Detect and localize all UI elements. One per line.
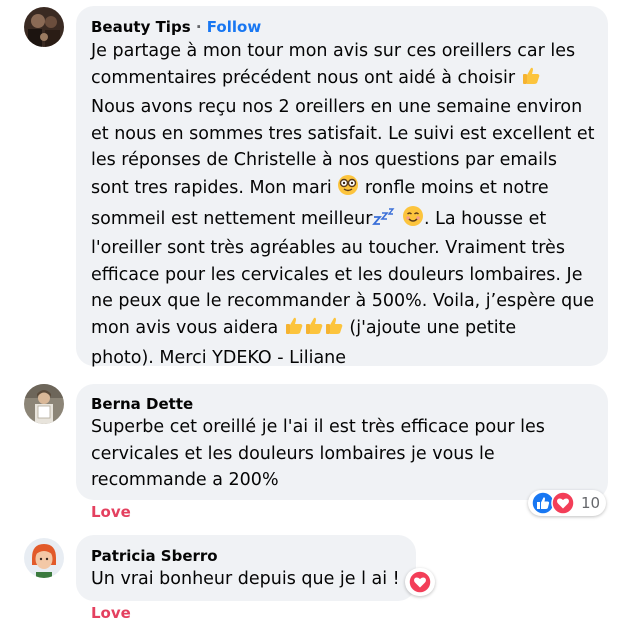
thumbs-up-icon xyxy=(304,316,324,345)
comment-author-name[interactable]: Beauty Tips xyxy=(91,18,191,36)
comment-text: Un vrai bonheur depuis que je l ai ! xyxy=(91,566,400,593)
comment-author-header: Beauty Tips · Follow xyxy=(91,17,261,37)
thumbs-up-icon xyxy=(284,316,304,345)
avatar-berna-dette[interactable] xyxy=(24,384,64,424)
comment-line: Superbe cet oreillé je l'ai il est très … xyxy=(91,417,545,437)
comment-line: Je partage à mon tour mon avis sur ces o… xyxy=(91,41,576,61)
comment-line: recommande a 200% xyxy=(91,470,279,491)
comment-line: l'oreiller sont très agréables au touche… xyxy=(91,238,565,259)
comment-line: photo). Merci YDEKO - Liliane xyxy=(91,347,347,368)
comment-line: commentaires précédent nous ont aidé à c… xyxy=(91,65,595,95)
comment-line: les réponses de Christelle à nos questio… xyxy=(91,150,557,171)
comment-line: Un vrai bonheur depuis que je l ai ! xyxy=(91,569,400,589)
reaction-count: 10 xyxy=(581,494,601,512)
love-reaction-link[interactable]: Love xyxy=(91,503,131,521)
comment-text: Superbe cet oreillé je l'ai il est très … xyxy=(91,414,545,494)
reaction-summary[interactable]: 10 xyxy=(528,490,606,516)
thumbs-up-icon xyxy=(324,316,344,345)
avatar-photo xyxy=(24,538,64,578)
comment-line: sont tres rapides. Mon mari ronfle moins… xyxy=(91,174,595,205)
love-icon xyxy=(408,570,432,598)
comment-line: sommeil est nettement meilleur . La hous… xyxy=(91,205,595,236)
smiling-face-icon xyxy=(402,205,424,236)
comment-line: Nous avons reçu nos 2 oreillers en une s… xyxy=(91,97,583,118)
comment-author-name[interactable]: Patricia Sberro xyxy=(91,546,218,566)
comment-line: efficace pour les cervicales et les doul… xyxy=(91,264,583,285)
reaction-summary[interactable] xyxy=(405,568,435,596)
comment-line: cervicales et les douleurs lombaires je … xyxy=(91,443,495,464)
love-icon xyxy=(551,491,575,519)
follow-button[interactable]: Follow xyxy=(207,18,261,36)
comment-text: Je partage à mon tour mon avis sur ces o… xyxy=(91,38,595,371)
nerd-face-icon xyxy=(337,174,359,205)
avatar-photo xyxy=(24,384,64,424)
comment-line: mon avis vous aidera (j'ajoute une petit… xyxy=(91,315,595,345)
comment-author-name[interactable]: Berna Dette xyxy=(91,394,193,414)
zzz-icon xyxy=(372,207,396,236)
love-reaction-link[interactable]: Love xyxy=(91,604,131,622)
avatar-photo xyxy=(24,7,64,47)
thumbs-up-icon xyxy=(521,66,541,95)
avatar-patricia-sberro[interactable] xyxy=(24,538,64,578)
separator-dot: · xyxy=(195,18,202,36)
avatar-beauty-tips[interactable] xyxy=(24,7,64,47)
comment-line: ne peux que le recommander à 500%. Voila… xyxy=(91,291,595,312)
comment-line: et nous en sommes tres satisfait. Le sui… xyxy=(91,123,595,144)
